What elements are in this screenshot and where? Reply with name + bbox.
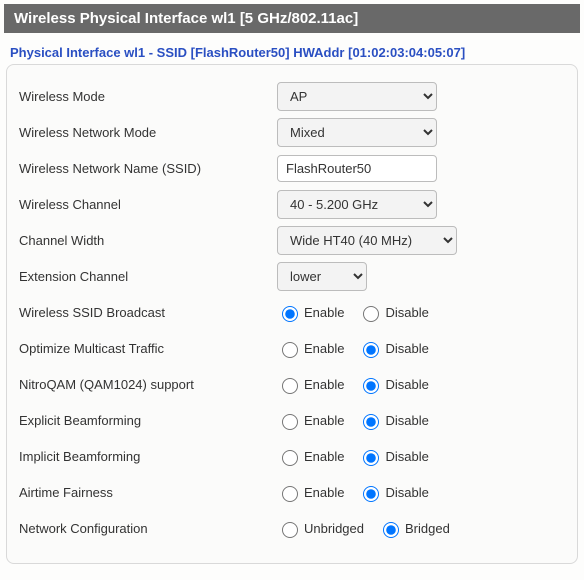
label-multicast: Optimize Multicast Traffic <box>15 341 277 356</box>
label-netconfig: Network Configuration <box>15 521 277 536</box>
label-ext-channel: Extension Channel <box>15 269 277 284</box>
subheader-ssid: FlashRouter50 <box>195 45 285 60</box>
select-ext-channel[interactable]: lower <box>277 262 367 291</box>
radio-airtime-disable-label[interactable]: Disable <box>358 483 428 502</box>
radio-implicit-bf-enable[interactable] <box>282 450 298 466</box>
radio-explicit-bf-enable-label[interactable]: Enable <box>277 411 344 430</box>
row-channel: Wireless Channel 40 - 5.200 GHz <box>15 189 569 219</box>
row-airtime: Airtime Fairness Enable Disable <box>15 477 569 507</box>
label-ssid: Wireless Network Name (SSID) <box>15 161 277 176</box>
row-netconfig: Network Configuration Unbridged Bridged <box>15 513 569 543</box>
radio-explicit-bf-disable-label[interactable]: Disable <box>358 411 428 430</box>
label-implicit-bf: Implicit Beamforming <box>15 449 277 464</box>
row-ext-channel: Extension Channel lower <box>15 261 569 291</box>
subheader-prefix: Physical Interface wl1 - SSID [ <box>10 45 195 60</box>
radio-multicast-disable-label[interactable]: Disable <box>358 339 428 358</box>
label-airtime: Airtime Fairness <box>15 485 277 500</box>
select-wireless-mode[interactable]: AP <box>277 82 437 111</box>
radio-netconfig-unbridged[interactable] <box>282 522 298 538</box>
radio-explicit-bf-enable[interactable] <box>282 414 298 430</box>
radio-implicit-bf-disable-label[interactable]: Disable <box>358 447 428 466</box>
select-wireless-network-mode[interactable]: Mixed <box>277 118 437 147</box>
radio-multicast-enable-label[interactable]: Enable <box>277 339 344 358</box>
section-title: Wireless Physical Interface wl1 [5 GHz/8… <box>14 10 358 27</box>
settings-panel: Wireless Mode AP Wireless Network Mode M… <box>6 64 578 564</box>
select-channel-width[interactable]: Wide HT40 (40 MHz) <box>277 226 457 255</box>
row-ssid: Wireless Network Name (SSID) <box>15 153 569 183</box>
row-wireless-mode: Wireless Mode AP <box>15 81 569 111</box>
radio-explicit-bf-disable[interactable] <box>363 414 379 430</box>
radio-airtime-enable[interactable] <box>282 486 298 502</box>
label-ssid-broadcast: Wireless SSID Broadcast <box>15 305 277 320</box>
subheader-suffix: ] <box>461 45 465 60</box>
row-multicast: Optimize Multicast Traffic Enable Disabl… <box>15 333 569 363</box>
label-nitroqam: NitroQAM (QAM1024) support <box>15 377 277 392</box>
radio-airtime-enable-label[interactable]: Enable <box>277 483 344 502</box>
radio-multicast-enable[interactable] <box>282 342 298 358</box>
interface-subheader: Physical Interface wl1 - SSID [FlashRout… <box>0 37 584 64</box>
radio-nitroqam-disable-label[interactable]: Disable <box>358 375 428 394</box>
input-ssid[interactable] <box>277 155 437 182</box>
row-channel-width: Channel Width Wide HT40 (40 MHz) <box>15 225 569 255</box>
radio-implicit-bf-enable-label[interactable]: Enable <box>277 447 344 466</box>
row-explicit-bf: Explicit Beamforming Enable Disable <box>15 405 569 435</box>
radio-ssid-broadcast-disable-label[interactable]: Disable <box>358 303 428 322</box>
subheader-mid: ] HWAddr [ <box>285 45 352 60</box>
radio-ssid-broadcast-disable[interactable] <box>363 306 379 322</box>
radio-nitroqam-enable-label[interactable]: Enable <box>277 375 344 394</box>
row-nitroqam: NitroQAM (QAM1024) support Enable Disabl… <box>15 369 569 399</box>
label-wireless-mode: Wireless Mode <box>15 89 277 104</box>
radio-implicit-bf-disable[interactable] <box>363 450 379 466</box>
radio-netconfig-unbridged-label[interactable]: Unbridged <box>277 519 364 538</box>
row-ssid-broadcast: Wireless SSID Broadcast Enable Disable <box>15 297 569 327</box>
label-channel-width: Channel Width <box>15 233 277 248</box>
label-explicit-bf: Explicit Beamforming <box>15 413 277 428</box>
select-channel[interactable]: 40 - 5.200 GHz <box>277 190 437 219</box>
radio-ssid-broadcast-enable[interactable] <box>282 306 298 322</box>
section-header: Wireless Physical Interface wl1 [5 GHz/8… <box>4 4 580 33</box>
radio-nitroqam-disable[interactable] <box>363 378 379 394</box>
subheader-hwaddr: 01:02:03:04:05:07 <box>352 45 460 60</box>
row-wireless-network-mode: Wireless Network Mode Mixed <box>15 117 569 147</box>
label-wireless-network-mode: Wireless Network Mode <box>15 125 277 140</box>
radio-netconfig-bridged-label[interactable]: Bridged <box>378 519 450 538</box>
radio-nitroqam-enable[interactable] <box>282 378 298 394</box>
label-channel: Wireless Channel <box>15 197 277 212</box>
radio-ssid-broadcast-enable-label[interactable]: Enable <box>277 303 344 322</box>
radio-multicast-disable[interactable] <box>363 342 379 358</box>
radio-netconfig-bridged[interactable] <box>383 522 399 538</box>
row-implicit-bf: Implicit Beamforming Enable Disable <box>15 441 569 471</box>
radio-airtime-disable[interactable] <box>363 486 379 502</box>
